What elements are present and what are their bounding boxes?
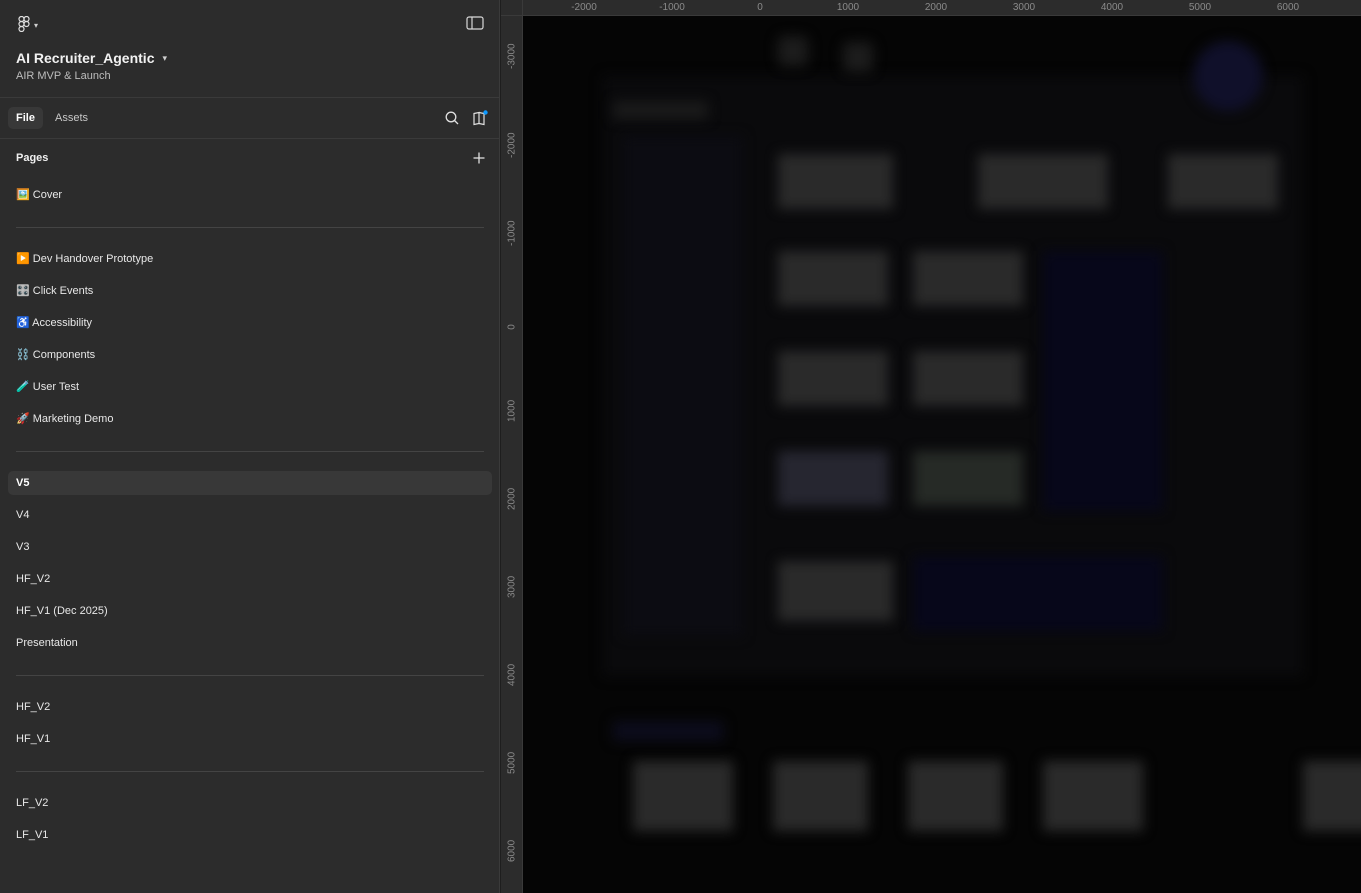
ruler-tick-label: 2000	[924, 2, 948, 13]
ruler-corner	[501, 0, 523, 16]
toggle-sidebar-icon[interactable]	[466, 16, 486, 34]
sidebar-tabs: File Assets	[0, 98, 500, 139]
file-header: ▾ AI Recruiter_Agentic ▾ AIR MVP & Launc…	[0, 0, 500, 98]
ruler-tick-label: 4000	[506, 663, 518, 686]
tab-file[interactable]: File	[8, 107, 43, 129]
add-page-plus-icon[interactable]	[470, 149, 488, 167]
page-item-components[interactable]: ⛓️ Components	[8, 343, 492, 367]
figma-logo-icon	[18, 15, 30, 35]
page-item-hf-v2[interactable]: HF_V2	[8, 695, 492, 719]
canvas-shape	[1043, 251, 1163, 511]
ruler-tick-label: 2000	[506, 487, 518, 510]
ruler-tick-label: 1000	[836, 2, 860, 13]
page-divider	[16, 771, 484, 772]
canvas-card	[778, 251, 888, 306]
ruler-tick-label: 5000	[506, 751, 518, 774]
canvas-card	[908, 761, 1003, 831]
vertical-ruler[interactable]: -3000 -2000 -1000 0 1000 2000 3000 4000 …	[501, 16, 523, 893]
ruler-tick-label: -3000	[506, 43, 518, 69]
page-item-hf-v1[interactable]: HF_V1	[8, 727, 492, 751]
horizontal-ruler[interactable]: -2000 -1000 0 1000 2000 3000 4000 5000 6…	[523, 0, 1361, 16]
canvas-card	[778, 561, 893, 621]
canvas-card	[773, 761, 868, 831]
canvas-card	[778, 451, 888, 506]
page-divider	[16, 451, 484, 452]
page-divider	[16, 675, 484, 676]
page-item-lf-v2[interactable]: LF_V2	[8, 791, 492, 815]
canvas-shape	[778, 36, 808, 66]
page-item-v3[interactable]: V3	[8, 535, 492, 559]
ruler-tick-label: 4000	[1100, 2, 1124, 13]
page-item-v4[interactable]: V4	[8, 503, 492, 527]
canvas-card	[633, 761, 733, 831]
chevron-down-icon: ▾	[34, 20, 39, 30]
canvas-card	[1043, 761, 1143, 831]
ruler-tick-label: -2000	[571, 2, 597, 13]
canvas-card	[778, 351, 888, 406]
design-canvas[interactable]	[523, 16, 1361, 893]
page-item-hf-v2[interactable]: HF_V2	[8, 567, 492, 591]
canvas-card	[1303, 761, 1361, 831]
canvas-shape	[913, 556, 1163, 631]
ruler-tick-label: 6000	[1276, 2, 1300, 13]
page-item-dev-handover-prototype[interactable]: ▶️ Dev Handover Prototype	[8, 247, 492, 271]
pages-header: Pages	[16, 152, 49, 164]
page-item-accessibility[interactable]: ♿ Accessibility	[8, 311, 492, 335]
ruler-tick-label: 0	[506, 324, 518, 330]
canvas-card	[778, 154, 893, 209]
canvas-sidebar-shape	[623, 136, 743, 636]
chevron-down-icon: ▾	[162, 52, 168, 63]
page-item-click-events[interactable]: 🎛️ Click Events	[8, 279, 492, 303]
page-item-cover[interactable]: 🖼️ Cover	[8, 183, 492, 207]
file-name-dropdown[interactable]: AI Recruiter_Agentic ▾	[16, 48, 167, 68]
canvas-shape	[1193, 41, 1263, 111]
canvas-card	[913, 451, 1023, 506]
ruler-tick-label: 5000	[1188, 2, 1212, 13]
tab-assets[interactable]: Assets	[47, 107, 96, 129]
file-name: AI Recruiter_Agentic	[16, 50, 155, 66]
left-sidebar: ▾ AI Recruiter_Agentic ▾ AIR MVP & Launc…	[0, 0, 500, 893]
ruler-tick-label: 0	[757, 2, 763, 13]
canvas-card	[978, 154, 1108, 209]
ruler-tick-label: 3000	[506, 575, 518, 598]
page-item-user-test[interactable]: 🧪 User Test	[8, 375, 492, 399]
canvas-card	[913, 351, 1023, 406]
project-name[interactable]: AIR MVP & Launch	[16, 70, 111, 82]
page-divider	[16, 227, 484, 228]
ruler-tick-label: -1000	[506, 220, 518, 246]
ruler-tick-label: 3000	[1012, 2, 1036, 13]
canvas-card	[1168, 154, 1278, 209]
ruler-tick-label: 1000	[506, 399, 518, 422]
canvas-shape	[613, 101, 708, 119]
page-item-presentation[interactable]: Presentation	[8, 631, 492, 655]
ruler-tick-label: -2000	[506, 132, 518, 158]
page-item-hf-v1-dec-2025[interactable]: HF_V1 (Dec 2025)	[8, 599, 492, 623]
search-icon[interactable]	[442, 108, 462, 128]
canvas-shape	[843, 42, 873, 72]
page-item-marketing-demo[interactable]: 🚀 Marketing Demo	[8, 407, 492, 431]
library-book-icon[interactable]	[470, 108, 490, 128]
ruler-tick-label: 6000	[506, 839, 518, 862]
page-item-lf-v1[interactable]: LF_V1	[8, 823, 492, 847]
ruler-tick-label: -1000	[659, 2, 685, 13]
canvas-card	[913, 251, 1023, 306]
canvas-shape	[613, 721, 723, 741]
main-menu-button[interactable]: ▾	[14, 14, 48, 36]
page-item-v5[interactable]: V5	[8, 471, 492, 495]
